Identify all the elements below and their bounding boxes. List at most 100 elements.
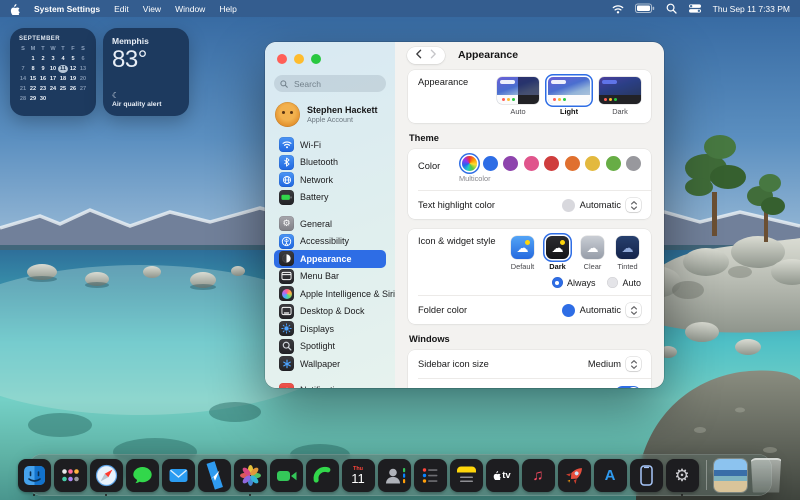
menubar-menu-window[interactable]: Window [175, 4, 205, 14]
sidebar-item-desktop-dock[interactable]: Desktop & Dock [274, 303, 386, 321]
sidebar-item-accessibility[interactable]: Accessibility [274, 233, 386, 251]
radio-auto[interactable]: Auto [607, 277, 641, 288]
dock-photos[interactable] [233, 458, 267, 496]
sidebar-item-battery[interactable]: Battery [274, 189, 386, 207]
appearance-option-light[interactable]: Light [548, 77, 590, 116]
dock-calendar[interactable]: Thu 11 [341, 458, 375, 492]
menubar-menu-view[interactable]: View [143, 4, 161, 14]
content-header: Appearance [395, 42, 664, 68]
swatch-multicolor[interactable] [462, 156, 477, 171]
globe-icon [279, 172, 294, 188]
swatch-purple[interactable] [503, 156, 518, 171]
weather-widget[interactable]: Memphis 83° ☾ Air quality alert [103, 28, 189, 116]
spotlight-search-icon[interactable] [666, 3, 677, 14]
icon-style-dark[interactable]: ☁ Dark [544, 236, 571, 271]
text-highlight-stepper[interactable] [626, 198, 641, 212]
sidebar-icon-size-stepper[interactable] [626, 357, 641, 371]
wallpaper-icon [279, 356, 294, 372]
settings-content: Appearance Appearance Auto Light Dark Th… [395, 42, 664, 388]
back-button[interactable] [415, 46, 422, 64]
accent-color-swatches [462, 156, 641, 171]
sidebar-item-wifi[interactable]: Wi-Fi [274, 136, 386, 154]
menubar-clock[interactable]: Thu Sep 11 7:33 PM [713, 4, 790, 14]
swatch-graphite[interactable] [626, 156, 641, 171]
icon-style-clear[interactable]: ☁ Clear [579, 236, 606, 271]
auto-thumbnail [497, 77, 539, 104]
apple-account-row[interactable]: Stephen Hackett Apple Account [275, 102, 385, 127]
moon-icon: ☾ [112, 91, 120, 100]
swatch-red[interactable] [544, 156, 559, 171]
calendar-widget[interactable]: SEPTEMBER SMTWTFS 123456 7 8 9 10 11 12 13 14 1… [10, 28, 96, 116]
dock-mail[interactable] [161, 458, 195, 492]
dock-finder[interactable] [17, 458, 51, 496]
appearance-option-auto[interactable]: Auto [497, 77, 539, 116]
search-input[interactable] [292, 77, 376, 90]
sidebar-item-apple-intelligence[interactable]: Apple Intelligence & Siri [274, 285, 395, 303]
radio-always[interactable]: Always [551, 277, 595, 288]
sidebar-icon-size-label: Sidebar icon size [418, 359, 489, 369]
folder-color-dot [561, 303, 575, 317]
swatch-pink[interactable] [523, 156, 539, 171]
dock-iphone-mirroring[interactable] [629, 458, 663, 492]
menubar-menu-edit[interactable]: Edit [114, 4, 129, 14]
dock-contacts[interactable] [377, 458, 411, 492]
dock-reminders[interactable] [413, 458, 447, 492]
tint-window-toggle[interactable] [615, 386, 641, 388]
control-center-icon[interactable] [688, 3, 702, 14]
dock-maps[interactable] [197, 458, 231, 492]
dock-system-settings[interactable]: ⚙ [665, 458, 699, 496]
forward-button[interactable] [430, 46, 437, 64]
dock-music[interactable]: ♫ [521, 458, 555, 492]
dock-safari[interactable] [89, 458, 123, 496]
sidebar-item-displays[interactable]: Displays [274, 320, 386, 338]
appearance-option-dark[interactable]: Dark [599, 77, 641, 116]
sidebar-item-general[interactable]: ⚙ General [274, 215, 386, 233]
sidebar-item-menu-bar[interactable]: Menu Bar [274, 268, 386, 286]
spotlight-icon [279, 338, 294, 354]
dock-trash[interactable] [750, 457, 782, 493]
displays-icon [279, 321, 294, 337]
menubar-menu-help[interactable]: Help [219, 4, 236, 14]
dock-downloads-stack[interactable] [713, 458, 747, 492]
icon-style-tinted[interactable]: ☁ Tinted [614, 236, 641, 271]
swatch-green[interactable] [605, 156, 621, 171]
text-highlight-value: Automatic [579, 200, 621, 210]
nav-pill [407, 46, 445, 64]
sidebar-search[interactable] [274, 75, 386, 92]
apple-menu-icon[interactable] [10, 3, 20, 15]
swatch-yellow[interactable] [585, 156, 600, 171]
sidebar-item-appearance[interactable]: Appearance [274, 250, 386, 268]
dock-launchpad[interactable] [53, 458, 87, 492]
menubar-app-name[interactable]: System Settings [34, 4, 100, 14]
folder-color-stepper[interactable] [626, 303, 641, 317]
music-note-icon: ♫ [532, 466, 544, 484]
sidebar-item-spotlight[interactable]: Spotlight [274, 338, 386, 356]
dock-messages[interactable] [125, 458, 159, 492]
dock-facetime[interactable] [269, 458, 303, 492]
sidebar-item-notifications[interactable]: Notifications [274, 382, 386, 388]
dock-apple-tv[interactable]: tv [485, 458, 519, 492]
swatch-orange[interactable] [564, 156, 580, 171]
dock-phone[interactable] [305, 458, 339, 492]
sidebar-item-network[interactable]: Network [274, 171, 386, 189]
weather-city: Memphis [112, 36, 149, 46]
zoom-button[interactable] [311, 54, 321, 64]
dock-rocket[interactable] [557, 458, 591, 492]
sidebar-item-wallpaper[interactable]: Wallpaper [274, 355, 386, 373]
close-button[interactable] [277, 54, 287, 64]
apple-logo-icon [493, 470, 502, 480]
profile-subtitle: Apple Account [307, 115, 353, 124]
icon-style-default[interactable]: ☁ Default [509, 236, 536, 271]
clear-style-thumb: ☁ [581, 236, 604, 259]
wifi-status-icon[interactable] [612, 4, 624, 14]
tinted-style-thumb: ☁ [616, 236, 639, 259]
dock-notes[interactable] [449, 458, 483, 492]
minimize-button[interactable] [294, 54, 304, 64]
dark-style-thumb: ☁ [546, 236, 569, 259]
folder-color-value: Automatic [579, 305, 621, 315]
battery-status-icon[interactable] [634, 3, 655, 14]
calendar-grid: SMTWTFS 123456 7 8 9 10 11 12 13 14 15 16 17 18 19 2… [19, 46, 87, 102]
dock-app-store[interactable]: A [593, 458, 627, 492]
sidebar-item-bluetooth[interactable]: Bluetooth [274, 154, 386, 172]
swatch-blue[interactable] [482, 156, 498, 171]
